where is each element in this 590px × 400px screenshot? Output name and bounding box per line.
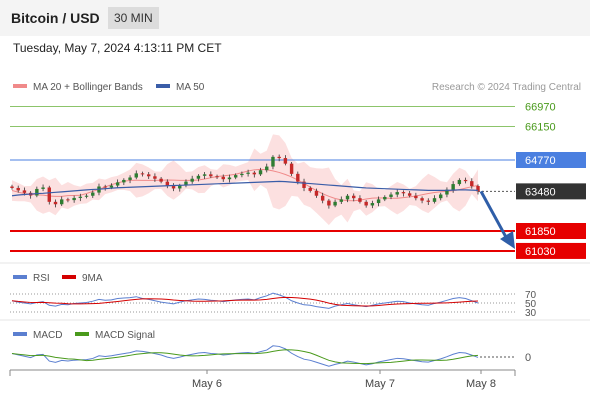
candle-body xyxy=(463,179,468,182)
candle-body xyxy=(395,192,399,195)
candle-body xyxy=(240,173,244,176)
legend-label-1: MA 50 xyxy=(176,82,205,93)
candle-body xyxy=(376,199,381,204)
candle-body xyxy=(277,156,281,159)
watermark: Research © 2024 Trading Central xyxy=(432,82,581,93)
level-label-64770: 64770 xyxy=(525,155,556,167)
level-label-61030: 61030 xyxy=(525,246,556,258)
macd-legend-label: MACD xyxy=(33,330,62,341)
candle-body xyxy=(401,192,406,194)
candle-body xyxy=(134,173,138,178)
candle-body xyxy=(265,166,269,171)
rsi-9ma-legend-swatch xyxy=(62,275,76,279)
candle-body xyxy=(215,176,219,178)
candle-body xyxy=(358,198,362,202)
candle-body xyxy=(407,193,412,196)
candle-body xyxy=(414,195,418,199)
x-tick-label-0: May 6 xyxy=(192,378,222,390)
price-chart: MA 20 + Bollinger Bands MA 50 Research © 2… xyxy=(0,82,590,390)
candle-body xyxy=(339,199,344,202)
rsi-legend-swatch xyxy=(13,275,27,279)
candle-body xyxy=(115,182,120,186)
legend-label-0: MA 20 + Bollinger Bands xyxy=(33,82,143,93)
candle-body xyxy=(159,178,163,182)
candle-body xyxy=(352,195,356,199)
candle-body xyxy=(128,177,132,180)
candle-body xyxy=(457,179,462,185)
candle-body xyxy=(84,195,89,197)
candle-body xyxy=(327,200,331,206)
candle-body xyxy=(22,190,27,193)
candle-body xyxy=(345,195,350,200)
rsi-line xyxy=(11,292,479,309)
candle-body xyxy=(258,170,263,175)
candle-body xyxy=(333,201,337,206)
candle-body xyxy=(10,186,14,188)
candle-body xyxy=(47,187,51,202)
candle-body xyxy=(227,177,232,180)
candle-body xyxy=(370,203,375,206)
candle-body xyxy=(439,194,443,199)
candle-body xyxy=(233,175,238,178)
candle-body xyxy=(91,192,95,196)
level-label-61850: 61850 xyxy=(525,226,556,238)
rsi-9ma-legend-label: 9MA xyxy=(82,273,103,284)
x-tick-label-1: May 7 xyxy=(365,378,395,390)
candle-body xyxy=(59,199,64,205)
candle-body xyxy=(16,187,20,191)
current-price-label: 63480 xyxy=(525,186,556,198)
legend-swatch-1 xyxy=(156,84,170,88)
macd-zero-label: 0 xyxy=(525,352,531,364)
candle-body xyxy=(146,174,151,177)
rsi-level-label-30: 30 xyxy=(525,308,537,319)
candle-body xyxy=(66,199,70,201)
candle-body xyxy=(122,179,126,183)
projection-arrow-head xyxy=(500,230,515,249)
candle-body xyxy=(246,172,250,174)
candle-body xyxy=(53,201,58,205)
candle-body xyxy=(364,201,368,206)
x-tick-label-2: May 8 xyxy=(466,378,496,390)
macd-legend-swatch xyxy=(13,332,27,336)
candle-body xyxy=(202,174,207,176)
candle-body xyxy=(140,173,145,175)
candle-body xyxy=(78,196,83,198)
candle-body xyxy=(389,194,393,197)
candle-body xyxy=(41,187,45,189)
candle-body xyxy=(308,187,312,191)
candle-body xyxy=(171,186,176,189)
candle-body xyxy=(383,196,387,200)
candle-body xyxy=(72,197,76,201)
candle-body xyxy=(35,188,39,196)
candle-body xyxy=(426,200,431,202)
candle-body xyxy=(190,178,194,182)
candle-body xyxy=(314,190,319,196)
macd-signal-legend-label: MACD Signal xyxy=(95,330,155,341)
macd-line xyxy=(11,345,479,367)
rsi-legend-label: RSI xyxy=(33,273,50,284)
candle-body xyxy=(451,184,455,190)
candle-body xyxy=(196,175,201,179)
candle-body xyxy=(178,185,182,189)
candle-body xyxy=(420,198,424,201)
candle-body xyxy=(103,186,107,188)
legend-swatch-0 xyxy=(13,84,27,88)
candle-body xyxy=(109,185,114,188)
candle-body xyxy=(252,172,257,175)
level-label-66150: 66150 xyxy=(525,121,556,133)
macd-signal-legend-swatch xyxy=(75,332,89,336)
candle-body xyxy=(221,176,225,180)
candle-body xyxy=(153,176,157,179)
candle-body xyxy=(283,158,288,164)
candle-body xyxy=(271,156,275,167)
macd-signal-line xyxy=(11,349,479,365)
candle-body xyxy=(470,181,474,187)
candle-body xyxy=(289,163,294,174)
candle-body xyxy=(209,174,213,177)
candle-body xyxy=(432,198,437,202)
level-label-66970: 66970 xyxy=(525,102,556,114)
candle-body xyxy=(296,173,300,182)
candle-body xyxy=(320,195,325,201)
bollinger-band xyxy=(12,134,478,226)
